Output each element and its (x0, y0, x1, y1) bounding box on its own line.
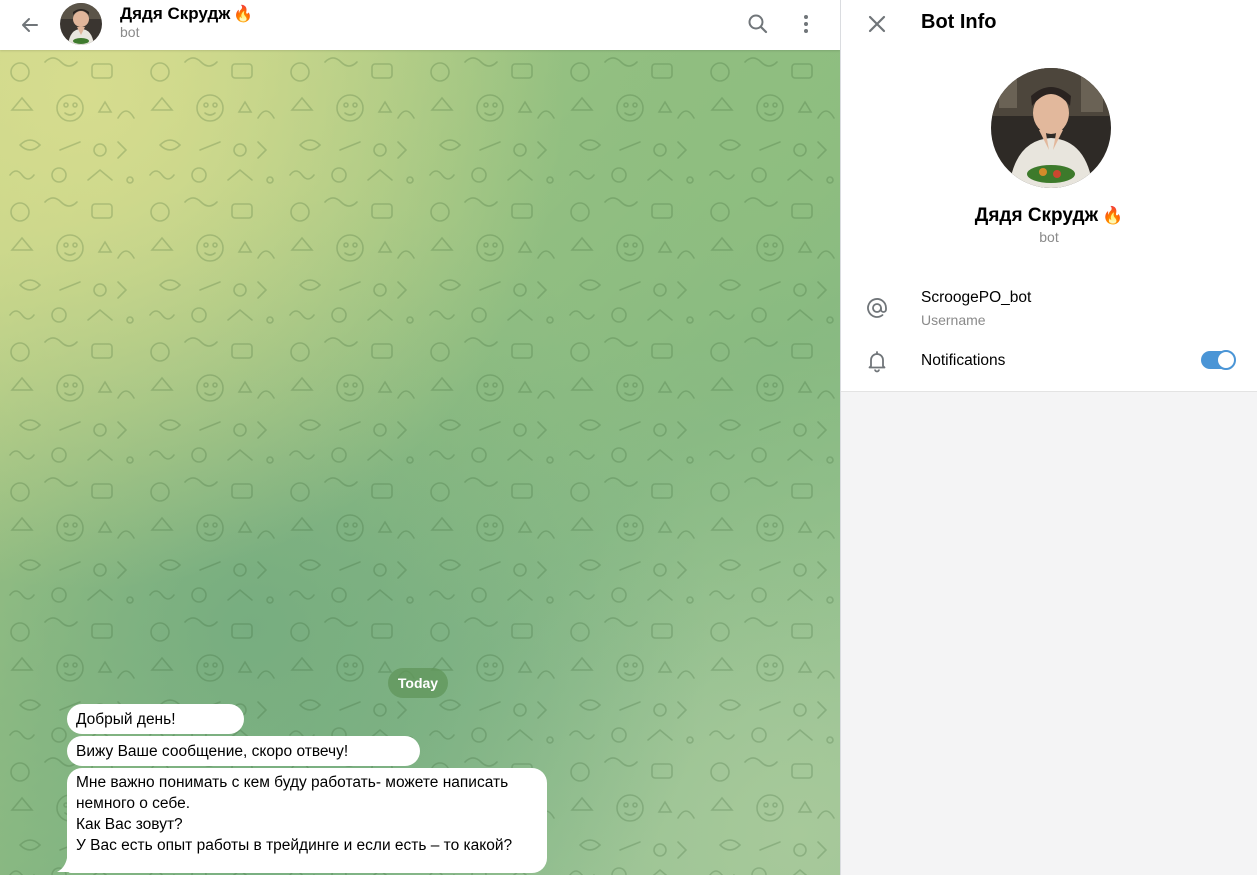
notifications-toggle[interactable] (1201, 350, 1236, 370)
at-sign-icon (863, 294, 891, 322)
message-bubble[interactable]: Мне важно понимать с кем буду работать- … (67, 768, 547, 873)
search-button[interactable] (742, 8, 774, 40)
bell-icon (863, 347, 891, 375)
profile-subtitle: bot (1039, 229, 1059, 245)
more-vertical-icon (804, 15, 808, 33)
search-icon (748, 14, 768, 34)
profile-avatar[interactable] (991, 68, 1111, 188)
chat-header: Дядя Скрудж 🔥 bot (0, 0, 840, 50)
chat-avatar[interactable] (60, 3, 102, 45)
arrow-left-icon (22, 18, 38, 32)
notifications-label: Notifications (921, 352, 1006, 369)
profile-name-text: Дядя Скрудж (974, 205, 1099, 226)
back-button[interactable] (14, 9, 46, 41)
profile-name: Дядя Скрудж 🔥 (841, 205, 1257, 227)
close-button[interactable] (861, 8, 893, 40)
bot-info-panel: Bot Info Дядя Скрудж 🔥 bot ScroogePO_bot… (841, 0, 1257, 875)
chat-title[interactable]: Дядя Скрудж 🔥 (120, 4, 253, 24)
username-label: Username (921, 312, 986, 328)
bubble-tail (57, 858, 71, 872)
bot-info-card: Bot Info Дядя Скрудж 🔥 bot ScroogePO_bot… (841, 0, 1257, 392)
message-bubble[interactable]: Вижу Ваше сообщение, скоро отвечу! (67, 736, 420, 766)
close-icon (868, 15, 886, 33)
chat-subtitle: bot (120, 24, 140, 40)
username-row[interactable] (841, 280, 1257, 336)
notifications-row[interactable] (841, 340, 1257, 384)
username-value: ScroogePO_bot (921, 289, 1032, 306)
toggle-knob (1216, 350, 1236, 370)
chat-title-text: Дядя Скрудж (120, 4, 231, 23)
chat-view: Дядя Скрудж 🔥 bot Today Добрый день! Виж… (0, 0, 840, 875)
panel-title: Bot Info (921, 11, 997, 33)
fire-icon: 🔥 (233, 6, 254, 23)
more-button[interactable] (790, 8, 822, 40)
message-bubble[interactable]: Добрый день! (67, 704, 244, 734)
date-separator: Today (388, 668, 448, 698)
fire-icon: 🔥 (1102, 206, 1124, 225)
